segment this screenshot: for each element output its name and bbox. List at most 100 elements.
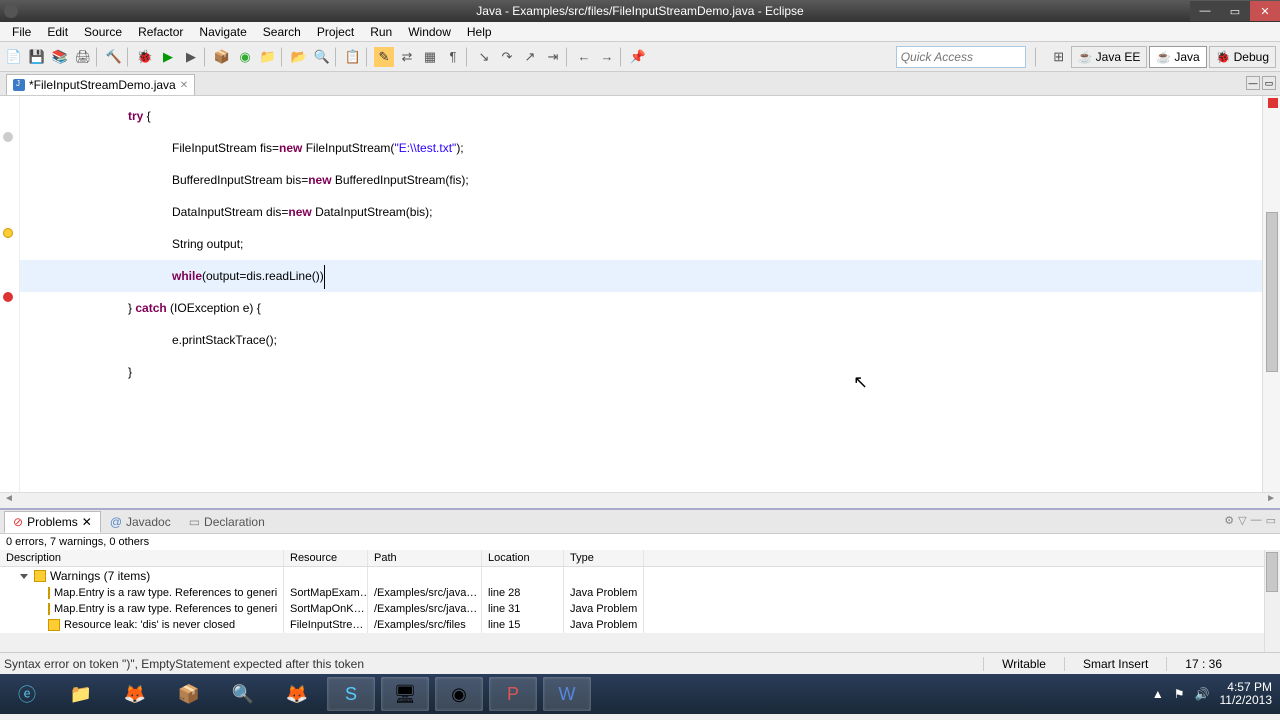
status-insert-mode: Smart Insert [1064, 657, 1166, 671]
horizontal-scrollbar[interactable]: ◄ ► [0, 492, 1280, 508]
close-icon[interactable]: ✕ [82, 515, 92, 529]
col-location[interactable]: Location [482, 550, 564, 566]
expand-icon[interactable] [20, 574, 28, 579]
menu-project[interactable]: Project [309, 23, 362, 41]
minimize-view-icon[interactable]: — [1246, 76, 1260, 90]
block-icon[interactable]: ▦ [420, 47, 440, 67]
editor-tab-active[interactable]: *FileInputStreamDemo.java ✕ [6, 74, 195, 95]
system-tray[interactable]: ▲ ⚑ 🔊 4:57 PM 11/2/2013 [1152, 681, 1272, 707]
task-icon[interactable]: 📋 [343, 47, 363, 67]
open-perspective-icon[interactable]: ⊞ [1049, 47, 1069, 67]
menu-refactor[interactable]: Refactor [130, 23, 191, 41]
taskbar-ie[interactable]: ⓔ [3, 677, 51, 711]
save-all-icon[interactable]: 📚 [50, 47, 70, 67]
minimize-button[interactable]: — [1190, 1, 1220, 21]
step-return-icon[interactable]: ↗ [520, 47, 540, 67]
taskbar-eclipse[interactable]: ◉ [435, 677, 483, 711]
menu-search[interactable]: Search [255, 23, 309, 41]
maximize-button[interactable]: ▭ [1220, 1, 1250, 21]
tab-javadoc[interactable]: @Javadoc [101, 511, 180, 533]
overview-ruler[interactable] [1262, 96, 1280, 492]
taskbar-skype[interactable]: S [327, 677, 375, 711]
menubar: FileEditSourceRefactorNavigateSearchProj… [0, 22, 1280, 42]
col-resource[interactable]: Resource [284, 550, 368, 566]
table-row[interactable]: Resource leak: 'dis' is never closedFile… [0, 617, 1264, 633]
menu-run[interactable]: Run [362, 23, 400, 41]
code-editor[interactable]: try {FileInputStream fis=new FileInputSt… [0, 96, 1280, 492]
menu-edit[interactable]: Edit [39, 23, 76, 41]
taskbar-app1[interactable]: 🦊 [111, 677, 159, 711]
code-content[interactable]: try {FileInputStream fis=new FileInputSt… [20, 96, 1262, 492]
run-icon[interactable]: ▶ [158, 47, 178, 67]
windows-taskbar: ⓔ 📁 🦊 📦 🔍 🦊 S 🖥 ◉ P W ▲ ⚑ 🔊 4:57 PM 11/2… [0, 674, 1280, 714]
search-icon[interactable]: 🔍 [312, 47, 332, 67]
table-header: Description Resource Path Location Type [0, 550, 1264, 567]
toggle-icon[interactable]: ⇄ [397, 47, 417, 67]
print-icon[interactable]: 🖨 [73, 47, 93, 67]
debug-icon[interactable]: 🐞 [135, 47, 155, 67]
menu-window[interactable]: Window [400, 23, 459, 41]
new-icon[interactable]: 📄 [4, 47, 24, 67]
view-menu-icon[interactable]: ⚙ [1224, 514, 1234, 527]
close-button[interactable]: ✕ [1250, 1, 1280, 21]
scroll-left-icon[interactable]: ◄ [4, 493, 14, 508]
close-tab-icon[interactable]: ✕ [180, 80, 188, 91]
menu-help[interactable]: Help [459, 23, 500, 41]
taskbar-explorer[interactable]: 📁 [57, 677, 105, 711]
new-package-icon[interactable]: 📦 [212, 47, 232, 67]
tray-volume-icon[interactable]: 🔊 [1195, 687, 1210, 701]
table-group-row[interactable]: Warnings (7 items) [0, 567, 1264, 585]
tray-flag-icon[interactable]: ⚑ [1174, 687, 1185, 701]
scroll-right-icon[interactable]: ► [1266, 493, 1276, 508]
step-icon[interactable]: ↘ [474, 47, 494, 67]
new-folder-icon[interactable]: 📁 [258, 47, 278, 67]
perspective-java[interactable]: ☕Java [1149, 46, 1206, 68]
tab-declaration[interactable]: ▭Declaration [180, 511, 274, 533]
statusbar: Syntax error on token ")", EmptyStatemen… [0, 652, 1280, 674]
maximize-view-icon[interactable]: ▭ [1262, 76, 1276, 90]
app-icon [4, 4, 18, 18]
resume-icon[interactable]: ⇥ [543, 47, 563, 67]
save-icon[interactable]: 💾 [27, 47, 47, 67]
tray-up-icon[interactable]: ▲ [1152, 687, 1164, 701]
menu-file[interactable]: File [4, 23, 39, 41]
mark-icon[interactable]: ✎ [374, 47, 394, 67]
taskbar-search[interactable]: 🔍 [219, 677, 267, 711]
perspective-java-ee[interactable]: ☕Java EE [1071, 46, 1148, 68]
problems-scrollbar[interactable] [1264, 550, 1280, 652]
menu-navigate[interactable]: Navigate [191, 23, 254, 41]
taskbar-firefox[interactable]: 🦊 [273, 677, 321, 711]
taskbar-word[interactable]: W [543, 677, 591, 711]
warning-marker-icon[interactable] [3, 228, 13, 238]
perspective-debug[interactable]: 🐞Debug [1209, 46, 1276, 68]
col-description[interactable]: Description [0, 550, 284, 566]
minimize-panel-icon[interactable]: — [1251, 514, 1262, 527]
menu-source[interactable]: Source [76, 23, 130, 41]
maximize-panel-icon[interactable]: ▭ [1266, 514, 1276, 527]
error-marker-icon[interactable] [3, 292, 13, 302]
dropdown-icon[interactable]: ▽ [1238, 514, 1246, 527]
new-class-icon[interactable]: ◉ [235, 47, 255, 67]
tab-problems[interactable]: ⊘Problems✕ [4, 511, 101, 533]
table-row[interactable]: Map.Entry is a raw type. References to g… [0, 585, 1264, 601]
build-icon[interactable]: 🔨 [104, 47, 124, 67]
col-path[interactable]: Path [368, 550, 482, 566]
open-type-icon[interactable]: 📂 [289, 47, 309, 67]
quick-access-input[interactable] [896, 46, 1026, 68]
col-type[interactable]: Type [564, 550, 644, 566]
taskbar-app3[interactable]: 🖥 [381, 677, 429, 711]
tray-date: 11/2/2013 [1220, 694, 1273, 707]
vertical-scrollbar[interactable] [1266, 212, 1278, 372]
fold-marker-icon[interactable] [3, 132, 13, 142]
pin-icon[interactable]: 📌 [628, 47, 648, 67]
show-ws-icon[interactable]: ¶ [443, 47, 463, 67]
main-toolbar: 📄 💾 📚 🖨 🔨 🐞 ▶ ▶ 📦 ◉ 📁 📂 🔍 📋 ✎ ⇄ ▦ ¶ ↘ ↷ … [0, 42, 1280, 72]
table-row[interactable]: Map.Entry is a raw type. References to g… [0, 601, 1264, 617]
taskbar-powerpoint[interactable]: P [489, 677, 537, 711]
taskbar-app2[interactable]: 📦 [165, 677, 213, 711]
error-overview-icon [1268, 98, 1278, 108]
step-over-icon[interactable]: ↷ [497, 47, 517, 67]
run-last-icon[interactable]: ▶ [181, 47, 201, 67]
forward-icon[interactable]: → [597, 47, 617, 67]
back-icon[interactable]: ← [574, 47, 594, 67]
